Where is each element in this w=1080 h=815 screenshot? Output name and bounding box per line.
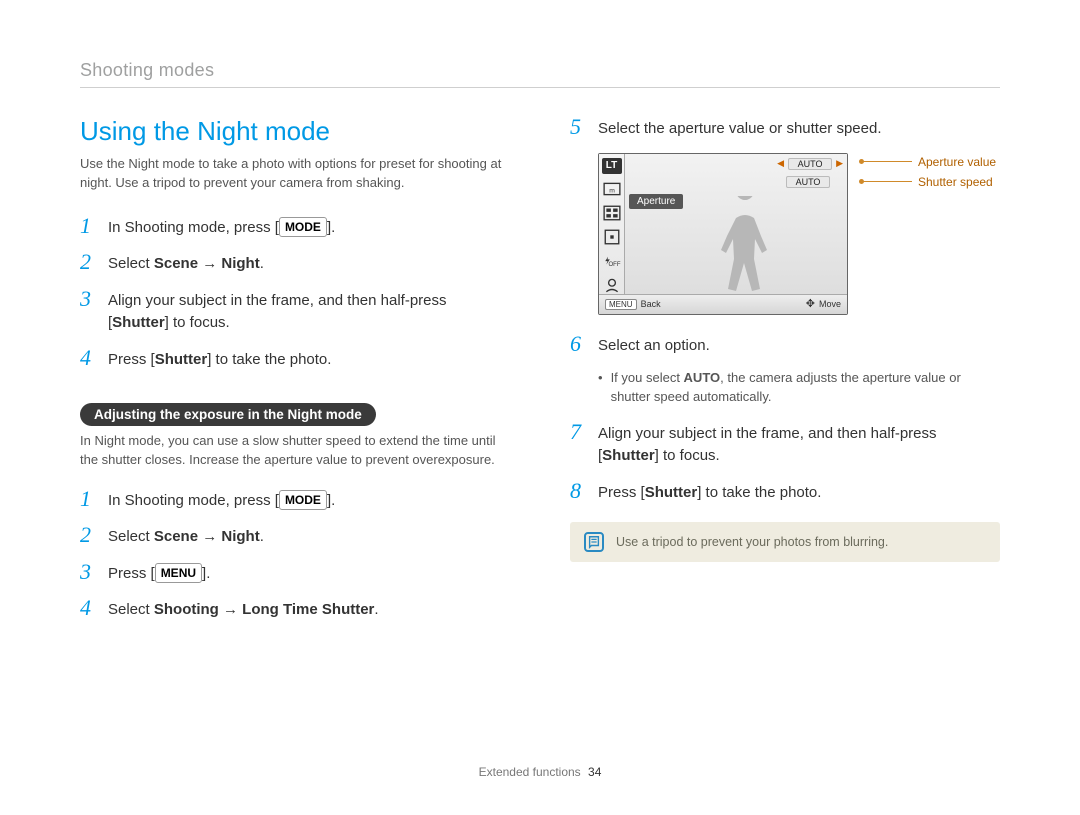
left-arrow-icon: ◀ [777,158,784,169]
step-text: Align your subject in the frame, and the… [598,421,1000,468]
step-number: 2 [80,251,98,273]
step-item: 2 Select Scene → Night. [80,251,510,276]
mode-key: MODE [279,490,327,510]
camera-screen-illustration: LT m OFF [598,153,1000,315]
step-number: 1 [80,488,98,510]
step-number: 7 [570,421,588,443]
svg-text:m: m [609,187,615,194]
camera-screen: LT m OFF [598,153,848,315]
step-number: 4 [80,347,98,369]
step-number: 2 [80,524,98,546]
intro-text: Use the Night mode to take a photo with … [80,155,510,193]
face-detection-icon [603,276,621,294]
step-text: Select an option. [598,333,710,358]
footer-section-label: Extended functions [479,765,581,779]
page-footer: Extended functions 34 [0,765,1080,779]
step-text: Select Shooting → Long Time Shutter. [108,597,379,622]
step-item: 4 Press [Shutter] to take the photo. [80,347,510,372]
note-icon [584,532,604,552]
flash-off-icon: OFF [603,252,621,270]
subsection-body: In Night mode, you can use a slow shutte… [80,432,510,470]
callout-labels: Aperture value Shutter speed [862,155,996,189]
step-item: 3 Press [MENU]. [80,561,510,586]
menu-key: MENU [155,563,202,583]
bullet-icon: • [598,369,603,407]
step-number: 3 [80,288,98,310]
steps-list-b: 1 In Shooting mode, press [MODE]. 2 Sele… [80,488,510,622]
back-label: Back [641,299,661,309]
step-item: 7 Align your subject in the frame, and t… [570,421,1000,468]
right-arrow-icon: ▶ [836,158,843,169]
callout-shutter: Shutter speed [862,175,996,189]
chapter-title: Shooting modes [80,60,1000,88]
step-text: Align your subject in the frame, and the… [108,288,510,335]
step-text: Press [Shutter] to take the photo. [108,347,331,372]
step-number: 8 [570,480,588,502]
callout-leader-line [862,181,912,182]
screen-icon-column: LT m OFF [599,154,625,294]
tip-text: Use a tripod to prevent your photos from… [616,535,888,549]
step-text: Select Scene → Night. [108,251,264,276]
step-item: 4 Select Shooting → Long Time Shutter. [80,597,510,622]
left-column: Using the Night mode Use the Night mode … [80,116,510,634]
page-number: 34 [588,765,601,779]
menu-chip: MENU [605,299,637,310]
shutter-auto-value: AUTO [786,176,830,188]
mode-key: MODE [279,217,327,237]
step-number: 3 [80,561,98,583]
subsection-pill: Adjusting the exposure in the Night mode [80,403,376,426]
step-text: Select Scene → Night. [108,524,264,549]
aperture-value-row: ◀ AUTO ▶ [777,158,843,170]
quality-icon [603,204,621,222]
focus-area-icon [603,228,621,246]
step-text: Press [MENU]. [108,561,210,586]
subject-silhouette [710,196,780,294]
lt-mode-icon: LT [602,158,622,174]
step-number: 6 [570,333,588,355]
tip-note: Use a tripod to prevent your photos from… [570,522,1000,562]
step-text: In Shooting mode, press [MODE]. [108,215,335,240]
step-item: 6 Select an option. [570,333,1000,358]
right-column: 5 Select the aperture value or shutter s… [570,116,1000,634]
step-text: Press [Shutter] to take the photo. [598,480,821,505]
step-item: 1 In Shooting mode, press [MODE]. [80,488,510,513]
step-item: 5 Select the aperture value or shutter s… [570,116,1000,141]
step-number: 1 [80,215,98,237]
step-number: 5 [570,116,588,138]
screen-preview-area: ◀ AUTO ▶ AUTO Aperture [625,154,847,294]
move-icon: ✥ [806,299,815,310]
screen-footer-bar: MENU Back ✥ Move [599,294,847,314]
steps-list-a: 1 In Shooting mode, press [MODE]. 2 Sele… [80,215,510,372]
aperture-label: Aperture [629,194,683,209]
step-bullet: • If you select AUTO, the camera adjusts… [598,369,1000,407]
resolution-icon: m [603,180,621,198]
shutter-value-row: AUTO [786,176,843,188]
aperture-auto-value: AUTO [788,158,832,170]
step-item: 1 In Shooting mode, press [MODE]. [80,215,510,240]
step-item: 8 Press [Shutter] to take the photo. [570,480,1000,505]
step-item: 3 Align your subject in the frame, and t… [80,288,510,335]
callout-leader-line [862,161,912,162]
step-item: 2 Select Scene → Night. [80,524,510,549]
step-number: 4 [80,597,98,619]
section-heading: Using the Night mode [80,116,510,147]
callout-aperture: Aperture value [862,155,996,169]
two-column-layout: Using the Night mode Use the Night mode … [80,116,1000,634]
step-text: In Shooting mode, press [MODE]. [108,488,335,513]
step-text: Select the aperture value or shutter spe… [598,116,882,141]
move-label: Move [819,299,841,309]
manual-page: Shooting modes Using the Night mode Use … [0,0,1080,815]
